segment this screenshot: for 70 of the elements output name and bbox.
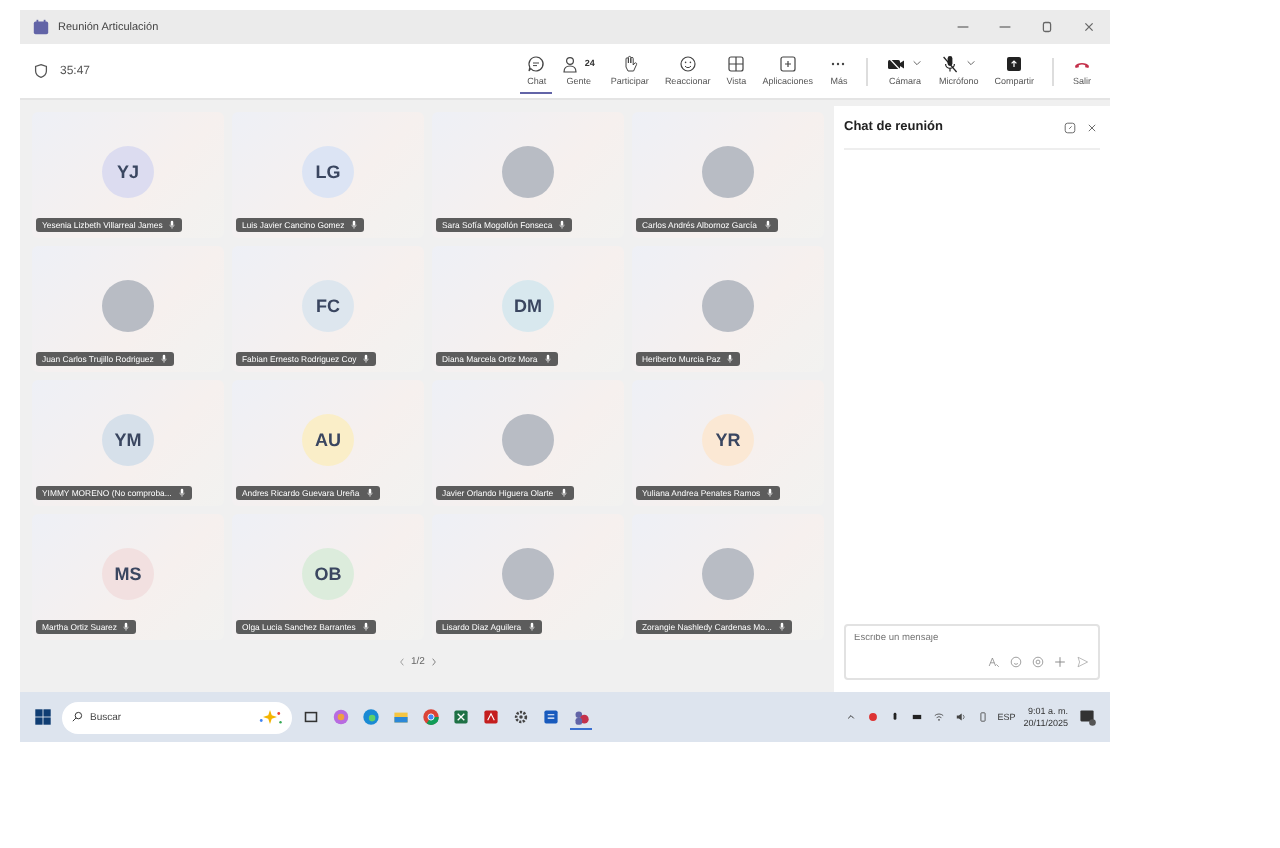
- windows-logo-icon[interactable]: [32, 706, 54, 728]
- photo-placeholder: [502, 414, 554, 466]
- mic-off-icon: [177, 488, 186, 498]
- share-screen-icon: [1004, 53, 1025, 73]
- initials-avatar: OB: [302, 548, 354, 600]
- browser-icon[interactable]: [360, 706, 382, 728]
- mic-off-icon: [361, 622, 370, 632]
- initials-avatar: LG: [302, 146, 354, 198]
- chevron-up-icon[interactable]: [843, 710, 858, 724]
- initials-avatar: DM: [502, 280, 554, 332]
- mic-off-icon: [365, 488, 374, 498]
- status-icon[interactable]: [865, 710, 880, 724]
- gear-icon[interactable]: [510, 706, 532, 728]
- next-page-icon[interactable]: [430, 656, 439, 668]
- photo-placeholder: [102, 280, 154, 332]
- mic-off-icon: [726, 354, 735, 364]
- mic-off-icon: [168, 220, 177, 230]
- grid-icon: [726, 53, 747, 73]
- wifi-icon[interactable]: [931, 710, 946, 724]
- format-icon[interactable]: [986, 654, 1002, 670]
- mic-off-icon: [159, 354, 168, 364]
- close-icon[interactable]: [1080, 18, 1098, 36]
- shield-icon: [32, 62, 50, 80]
- mic-off-icon: [763, 220, 771, 230]
- mic-off-icon: [543, 354, 552, 364]
- browser-icon[interactable]: [420, 706, 442, 728]
- photo-placeholder: [702, 146, 754, 198]
- pop-out-icon[interactable]: [1062, 119, 1078, 135]
- initials-avatar: MS: [102, 548, 154, 600]
- speaker-icon[interactable]: [953, 710, 968, 724]
- notification-icon[interactable]: [1076, 706, 1098, 728]
- pdf-icon[interactable]: [480, 706, 502, 728]
- add-app-icon: [777, 53, 798, 73]
- chevron-down-icon[interactable]: [966, 58, 977, 68]
- battery-icon[interactable]: [975, 710, 990, 724]
- mic-off-icon: [350, 220, 359, 230]
- mic-off-icon: [766, 488, 775, 498]
- mic-off-icon: [527, 622, 536, 632]
- initials-avatar: YM: [102, 414, 154, 466]
- photo-placeholder: [502, 146, 554, 198]
- mic-off-icon: [122, 622, 131, 632]
- initials-avatar: AU: [302, 414, 354, 466]
- photo-placeholder: [502, 548, 554, 600]
- document-icon[interactable]: [540, 706, 562, 728]
- spreadsheet-icon[interactable]: [450, 706, 472, 728]
- hand-icon: [619, 53, 640, 73]
- task-view-icon[interactable]: [300, 706, 322, 728]
- photo-placeholder: [702, 548, 754, 600]
- chat-icon: [526, 53, 547, 73]
- close-icon[interactable]: [1084, 119, 1100, 135]
- photo-placeholder: [702, 280, 754, 332]
- mic-off-icon: [559, 488, 568, 498]
- mic-off-icon: [940, 53, 961, 73]
- initials-avatar: YR: [702, 414, 754, 466]
- mic-off-icon: [777, 622, 786, 632]
- search-icon: [70, 710, 84, 724]
- send-icon[interactable]: [1074, 654, 1090, 670]
- smiley-icon[interactable]: [1008, 654, 1024, 670]
- calendar-icon: [32, 18, 50, 36]
- initials-avatar: YJ: [102, 146, 154, 198]
- smiley-icon: [677, 53, 698, 73]
- chevron-down-icon[interactable]: [912, 58, 923, 68]
- mic-off-icon: [558, 220, 567, 230]
- restore-icon[interactable]: [1038, 18, 1056, 36]
- mic-off-icon: [362, 354, 371, 364]
- people-icon: [562, 53, 583, 73]
- initials-avatar: FC: [302, 280, 354, 332]
- app-icon[interactable]: [330, 706, 352, 728]
- sparkle-icon: [256, 708, 284, 726]
- loop-icon[interactable]: [1030, 654, 1046, 670]
